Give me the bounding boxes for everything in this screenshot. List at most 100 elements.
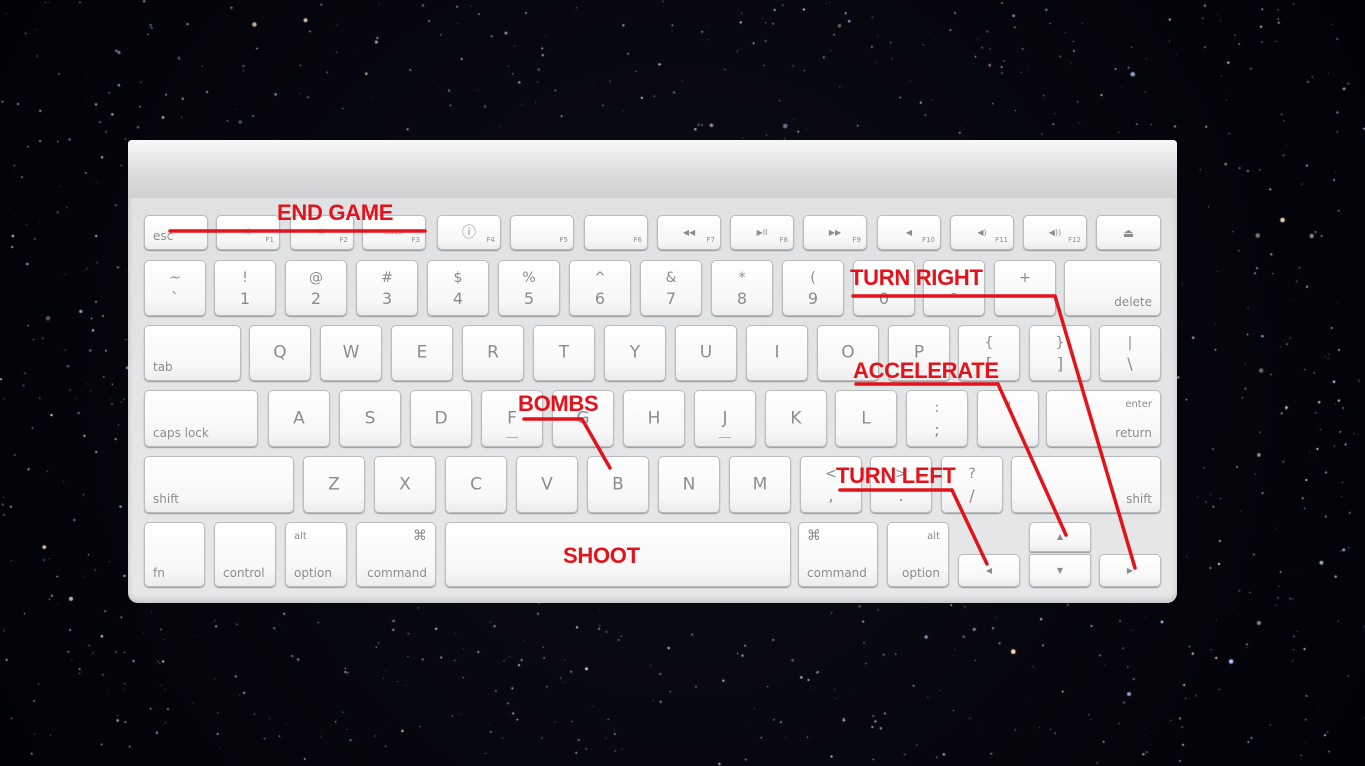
- key-u[interactable]: U: [675, 325, 737, 381]
- key-label: X: [399, 474, 411, 494]
- key-caps-lock[interactable]: caps lock: [144, 390, 258, 447]
- key-w[interactable]: W: [320, 325, 382, 381]
- key-label: option: [902, 566, 940, 580]
- key-label: 3: [381, 289, 393, 308]
- key-s[interactable]: S: [339, 390, 401, 447]
- key-option-right[interactable]: alt option: [887, 522, 949, 587]
- key-label: F9: [852, 236, 861, 244]
- key-shift-label: ^: [594, 270, 606, 286]
- arrow-right-icon: ▶: [1126, 565, 1134, 575]
- key-f5[interactable]: F5: [510, 215, 574, 250]
- key-equals[interactable]: +: [994, 260, 1056, 316]
- arrow-down-icon: ▼: [1056, 565, 1064, 575]
- key-q[interactable]: Q: [249, 325, 311, 381]
- key-control[interactable]: control: [214, 522, 276, 587]
- key-shift-label: *: [738, 270, 746, 286]
- key-label: I: [774, 342, 780, 363]
- key-label: return: [1115, 426, 1152, 440]
- key-l[interactable]: L: [835, 390, 897, 447]
- key-semicolon[interactable]: :;: [906, 390, 968, 447]
- key-shift-left[interactable]: shift: [144, 456, 294, 513]
- key-label: F5: [559, 236, 568, 244]
- key-arrow-up[interactable]: ▲: [1029, 522, 1091, 552]
- key-option-left[interactable]: alt option: [285, 522, 347, 587]
- key-b[interactable]: B: [587, 456, 649, 513]
- key-3[interactable]: #3: [356, 260, 418, 316]
- key-f11[interactable]: ◀) F11: [950, 215, 1014, 250]
- key-z[interactable]: Z: [303, 456, 365, 513]
- home-bump: [506, 437, 518, 438]
- key-label: B: [612, 474, 624, 494]
- key-label: U: [699, 342, 713, 363]
- key-5[interactable]: % 5: [498, 260, 560, 316]
- key-f9[interactable]: ▶▶ F9: [803, 215, 867, 250]
- key-arrow-left[interactable]: ◀: [958, 554, 1020, 587]
- key-quote[interactable]: ": [977, 390, 1039, 447]
- key-label: K: [790, 408, 802, 428]
- key-esc[interactable]: esc: [144, 215, 208, 250]
- key-label: E: [416, 342, 428, 363]
- bombs-label: BOMBS: [518, 391, 599, 416]
- key-fn[interactable]: fn: [144, 522, 205, 587]
- key-shift-label: #: [381, 270, 393, 286]
- key-i[interactable]: I: [746, 325, 808, 381]
- key-n[interactable]: N: [658, 456, 720, 513]
- key-f10[interactable]: ◀ F10: [877, 215, 941, 250]
- key-shift-right[interactable]: shift: [1011, 456, 1161, 513]
- key-tab[interactable]: tab: [144, 325, 241, 381]
- key-label: \: [1127, 354, 1133, 373]
- key-label: tab: [153, 360, 173, 374]
- key-4[interactable]: $4: [427, 260, 489, 316]
- key-k[interactable]: K: [765, 390, 827, 447]
- key-shift-label: $: [453, 270, 463, 286]
- key-j[interactable]: J: [694, 390, 756, 447]
- key-8[interactable]: * 8: [711, 260, 773, 316]
- key-tilde[interactable]: ~ `: [144, 260, 206, 316]
- key-f8[interactable]: ▶II F8: [730, 215, 794, 250]
- key-7[interactable]: & 7: [640, 260, 702, 316]
- key-y[interactable]: Y: [604, 325, 666, 381]
- accelerate-label: ACCELERATE: [853, 358, 999, 383]
- key-1[interactable]: ! 1: [214, 260, 276, 316]
- key-m[interactable]: M: [729, 456, 791, 513]
- key-label: Q: [273, 342, 287, 363]
- key-label: 1: [239, 289, 251, 308]
- key-label: L: [861, 408, 871, 428]
- key-command-right[interactable]: ⌘ command: [798, 522, 878, 587]
- key-label: 9: [807, 289, 819, 308]
- key-x[interactable]: X: [374, 456, 436, 513]
- key-r[interactable]: R: [462, 325, 524, 381]
- key-arrow-down[interactable]: ▼: [1029, 554, 1091, 587]
- key-e[interactable]: E: [391, 325, 453, 381]
- key-f7[interactable]: ◀◀ F7: [657, 215, 721, 250]
- key-2[interactable]: @2: [285, 260, 347, 316]
- key-a[interactable]: A: [268, 390, 330, 447]
- key-d[interactable]: D: [410, 390, 472, 447]
- key-6[interactable]: ^ 6: [569, 260, 631, 316]
- key-backslash[interactable]: | \: [1099, 325, 1161, 381]
- key-h[interactable]: H: [623, 390, 685, 447]
- eject-icon: ⏏: [1122, 225, 1135, 240]
- key-label: command: [367, 566, 427, 580]
- key-t[interactable]: T: [533, 325, 595, 381]
- key-v[interactable]: V: [516, 456, 578, 513]
- key-command-left[interactable]: ⌘ command: [356, 522, 436, 587]
- key-label: fn: [153, 566, 165, 580]
- key-c[interactable]: C: [445, 456, 507, 513]
- key-delete[interactable]: delete: [1064, 260, 1161, 316]
- key-label: control: [223, 566, 265, 580]
- key-label: delete: [1114, 295, 1152, 309]
- key-label: /: [969, 486, 975, 505]
- key-right-bracket[interactable]: }]: [1029, 325, 1091, 381]
- key-return[interactable]: enter return: [1046, 390, 1161, 447]
- key-9[interactable]: (9: [782, 260, 844, 316]
- key-f12[interactable]: ◀)) F12: [1023, 215, 1087, 250]
- key-arrow-right[interactable]: ▶: [1099, 554, 1161, 587]
- key-f1[interactable]: ☼ F1: [216, 215, 280, 250]
- key-f6[interactable]: F6: [584, 215, 648, 250]
- key-label: M: [752, 474, 768, 494]
- key-f4[interactable]: ⓘ F4: [437, 215, 501, 250]
- key-shift-label: (: [810, 270, 816, 286]
- key-label: F1: [265, 236, 274, 244]
- key-eject[interactable]: ⏏: [1096, 215, 1161, 250]
